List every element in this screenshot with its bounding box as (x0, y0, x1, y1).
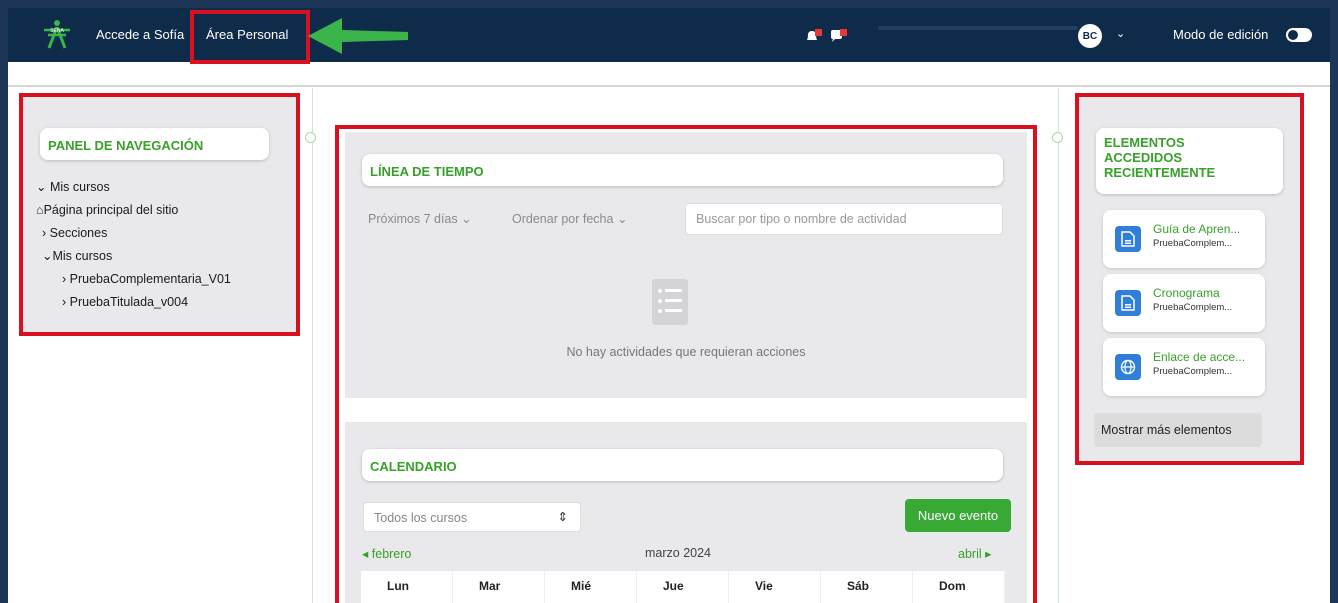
redacted-user-name (878, 26, 1078, 30)
nav-accede-sofia[interactable]: Accede a Sofía (96, 27, 184, 42)
edit-mode-label: Modo de edición (1173, 27, 1269, 42)
secondary-bar (8, 62, 1330, 87)
edit-mode-toggle[interactable] (1286, 28, 1312, 42)
sena-logo[interactable]: SENA (40, 18, 74, 52)
drawer-handle-left[interactable] (305, 132, 316, 143)
column-divider-right (1058, 88, 1059, 603)
user-avatar[interactable]: BC (1078, 24, 1102, 48)
highlight-area-personal (190, 10, 310, 64)
highlight-center-column (335, 125, 1037, 603)
drawer-handle-right[interactable] (1052, 132, 1063, 143)
chevron-down-icon[interactable]: ⌄ (1116, 27, 1125, 40)
green-arrow-annotation (308, 18, 408, 54)
bell-icon[interactable] (805, 29, 825, 43)
column-divider-left (312, 88, 313, 603)
highlight-nav-panel (19, 93, 300, 336)
logo-text: SENA (50, 28, 64, 34)
chat-icon[interactable] (830, 29, 850, 43)
highlight-recent-panel (1075, 93, 1304, 465)
